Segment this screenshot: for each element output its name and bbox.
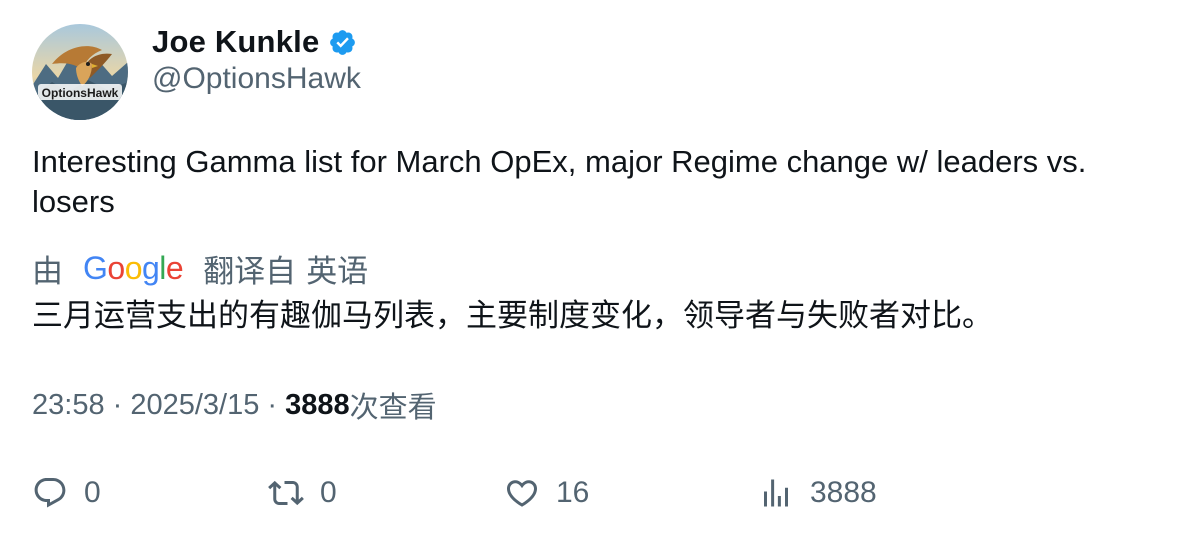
reply-icon xyxy=(34,478,66,508)
tweet-translation: 三月运营支出的有趣伽马列表，主要制度变化，领导者与失败者对比。 xyxy=(32,298,993,333)
google-logo: Google xyxy=(83,249,184,286)
avatar-image: OptionsHawk xyxy=(32,24,128,120)
author-name-row: Joe Kunkle xyxy=(152,22,357,62)
tweet-date[interactable]: 2025/3/15 xyxy=(130,389,259,422)
retweet-button[interactable]: 0 xyxy=(268,468,337,518)
avatar[interactable]: OptionsHawk xyxy=(32,24,128,120)
tweet-time[interactable]: 23:58 xyxy=(32,389,105,422)
avatar-logo-text: OptionsHawk xyxy=(42,86,119,100)
translate-prefix: 由 xyxy=(32,253,63,289)
reply-count: 0 xyxy=(84,476,101,509)
like-count: 16 xyxy=(556,476,590,509)
translate-from-label: 翻译自 xyxy=(203,253,297,289)
tweet-text: Interesting Gamma list for March OpEx, m… xyxy=(32,144,1087,219)
retweet-count: 0 xyxy=(320,476,337,509)
tweet-actions: 0 0 16 3888 xyxy=(0,468,1196,518)
views-button[interactable]: 3888 xyxy=(758,468,877,518)
views-count: 3888 xyxy=(285,388,350,421)
author-handle[interactable]: @OptionsHawk xyxy=(152,62,361,96)
like-button[interactable]: 16 xyxy=(504,468,589,518)
reply-button[interactable]: 0 xyxy=(32,468,101,518)
translation-attribution: 由 Google 翻译自 英语 xyxy=(32,246,368,290)
retweet-icon xyxy=(268,480,304,506)
meta-separator: · xyxy=(104,388,131,421)
author-display-name[interactable]: Joe Kunkle xyxy=(152,24,319,60)
tweet-meta: 23:58 · 2025/3/15 · 3888 次查看 xyxy=(32,384,437,426)
translate-source-language: 英语 xyxy=(306,253,369,289)
views-action-count: 3888 xyxy=(810,476,877,509)
tweet-card: OptionsHawk Joe Kunkle @OptionsHawk Inte… xyxy=(0,0,1196,538)
verified-badge-icon xyxy=(328,28,357,57)
views-chart-icon xyxy=(764,479,788,507)
views-label: 次查看 xyxy=(349,392,437,424)
meta-separator: · xyxy=(259,388,286,421)
heart-icon xyxy=(506,480,538,507)
